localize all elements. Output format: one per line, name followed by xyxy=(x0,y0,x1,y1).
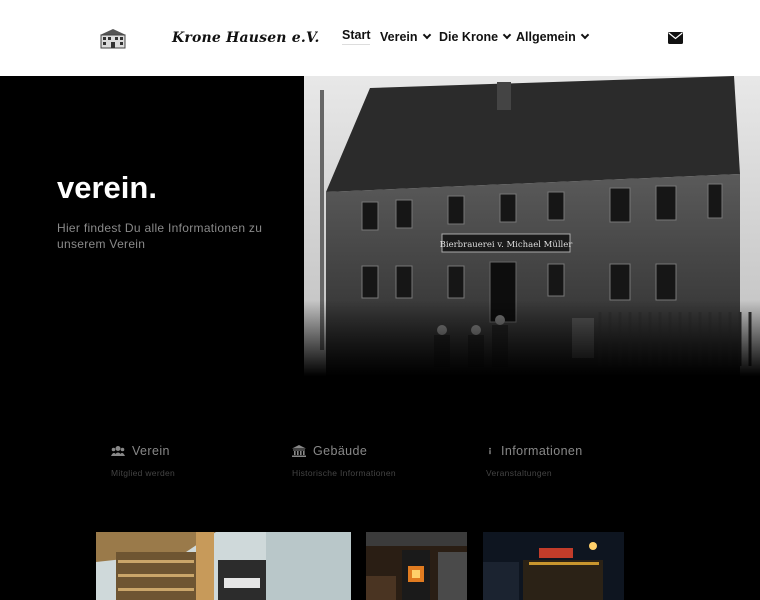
page-title: verein. xyxy=(57,170,157,205)
feature-title: Informationen xyxy=(501,444,583,458)
feature-title: Gebäude xyxy=(313,444,368,458)
nav-item-verein[interactable]: Verein xyxy=(380,30,431,44)
stove-room-photo[interactable] xyxy=(366,532,467,600)
users-icon xyxy=(111,446,125,456)
chevron-down-icon xyxy=(580,30,589,40)
photo-sign-text: Bierbrauerei v. Michael Müller xyxy=(440,240,574,250)
photo-fade-overlay xyxy=(304,300,760,376)
nav-item-allgemein[interactable]: Allgemein xyxy=(516,30,589,44)
chevron-down-icon xyxy=(422,30,431,40)
nav-item-start[interactable]: Start xyxy=(342,28,371,45)
site-header: Krone Hausen e.V. Start Verein Die Krone… xyxy=(0,0,760,76)
nav-item-allgemein-label: Allgemein xyxy=(516,30,576,44)
building-icon xyxy=(292,445,306,457)
main-navigation: Start Verein Die Krone Allgemein xyxy=(0,28,760,50)
nav-item-die-krone-label: Die Krone xyxy=(439,30,499,44)
feature-title: Verein xyxy=(132,444,170,458)
feature-subtitle[interactable]: Veranstaltungen xyxy=(486,468,583,478)
interior-shelves-photo[interactable] xyxy=(96,532,351,600)
info-icon xyxy=(489,447,491,455)
envelope-icon[interactable] xyxy=(668,32,683,44)
feature-gebaeude[interactable]: Gebäude Historische Informationen xyxy=(292,444,396,478)
feature-subtitle[interactable]: Historische Informationen xyxy=(292,468,396,478)
chevron-down-icon xyxy=(502,30,512,40)
feature-subtitle[interactable]: Mitglied werden xyxy=(111,468,175,478)
bar-counter-photo[interactable] xyxy=(483,532,624,600)
feature-verein[interactable]: Verein Mitglied werden xyxy=(111,444,175,478)
feature-informationen[interactable]: Informationen Veranstaltungen xyxy=(486,444,583,478)
page-subtitle: Hier findest Du alle Informationen zu un… xyxy=(57,221,263,251)
nav-item-die-krone[interactable]: Die Krone xyxy=(439,30,512,44)
nav-item-verein-label: Verein xyxy=(380,30,418,44)
